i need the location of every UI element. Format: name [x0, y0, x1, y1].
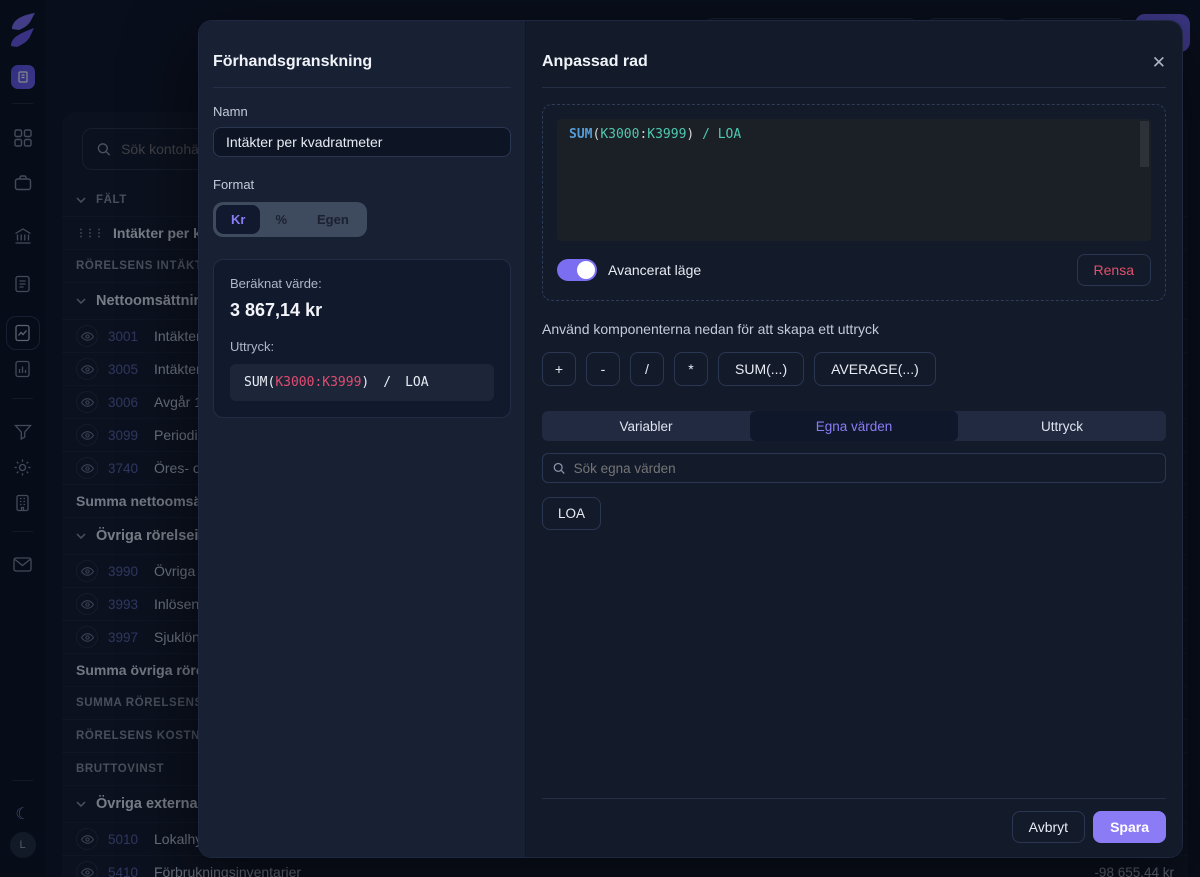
name-label: Namn: [213, 104, 511, 119]
expression-label: Uttryck:: [230, 339, 494, 354]
editor-scrollbar[interactable]: [1140, 121, 1149, 167]
tab-variables[interactable]: Variabler: [542, 411, 750, 441]
calculated-value: 3 867,14 kr: [230, 300, 494, 321]
custom-row-modal: Förhandsgranskning Namn Format Kr % Egen…: [198, 20, 1183, 858]
close-icon[interactable]: ✕: [1152, 54, 1166, 71]
divider: [213, 87, 511, 88]
divide-button[interactable]: /: [630, 352, 664, 386]
operator-buttons: + - / * SUM(...) AVERAGE(...): [542, 352, 1166, 386]
divider: [542, 87, 1166, 88]
cancel-button[interactable]: Avbryt: [1012, 811, 1085, 843]
calculated-label: Beräknat värde:: [230, 276, 494, 291]
clear-button[interactable]: Rensa: [1077, 254, 1151, 286]
value-source-tabs: Variabler Egna värden Uttryck: [542, 411, 1166, 441]
calculated-value-card: Beräknat värde: 3 867,14 kr Uttryck: SUM…: [213, 259, 511, 418]
expression-code-editor[interactable]: SUM(K3000:K3999) / LOA: [557, 119, 1151, 241]
custom-values-search-input[interactable]: [574, 461, 1155, 476]
components-helper-text: Använd komponenterna nedan för att skapa…: [542, 321, 1166, 337]
custom-values-search[interactable]: [542, 453, 1166, 483]
tab-expressions[interactable]: Uttryck: [958, 411, 1166, 441]
search-icon: [553, 462, 566, 475]
expression-editor-container: SUM(K3000:K3999) / LOA Avancerat läge Re…: [542, 104, 1166, 301]
format-segmented-control: Kr % Egen: [213, 202, 367, 237]
advanced-mode-toggle[interactable]: [557, 259, 597, 281]
preview-title: Förhandsgranskning: [213, 53, 511, 71]
format-label: Format: [213, 177, 511, 192]
average-function-button[interactable]: AVERAGE(...): [814, 352, 936, 386]
plus-button[interactable]: +: [542, 352, 576, 386]
value-chips: LOA: [542, 497, 1166, 530]
advanced-mode-label: Avancerat läge: [608, 262, 701, 278]
expression-chip: SUM(K3000:K3999)/LOA: [230, 364, 494, 401]
format-option-percent[interactable]: %: [260, 205, 302, 234]
name-input[interactable]: [213, 127, 511, 157]
format-option-kr[interactable]: Kr: [216, 205, 260, 234]
app-root: ☾ L ⋮⋮⋮: [0, 0, 1200, 877]
modal-footer: Avbryt Spara: [542, 798, 1166, 857]
multiply-button[interactable]: *: [674, 352, 708, 386]
value-chip-loa[interactable]: LOA: [542, 497, 601, 530]
custom-row-panel: Anpassad rad ✕ SUM(K3000:K3999) / LOA Av…: [525, 21, 1182, 857]
save-button[interactable]: Spara: [1093, 811, 1166, 843]
format-option-custom[interactable]: Egen: [302, 205, 364, 234]
modal-title: Anpassad rad: [542, 53, 648, 71]
minus-button[interactable]: -: [586, 352, 620, 386]
sum-function-button[interactable]: SUM(...): [718, 352, 804, 386]
preview-panel: Förhandsgranskning Namn Format Kr % Egen…: [199, 21, 525, 857]
tab-custom-values[interactable]: Egna värden: [750, 411, 958, 441]
